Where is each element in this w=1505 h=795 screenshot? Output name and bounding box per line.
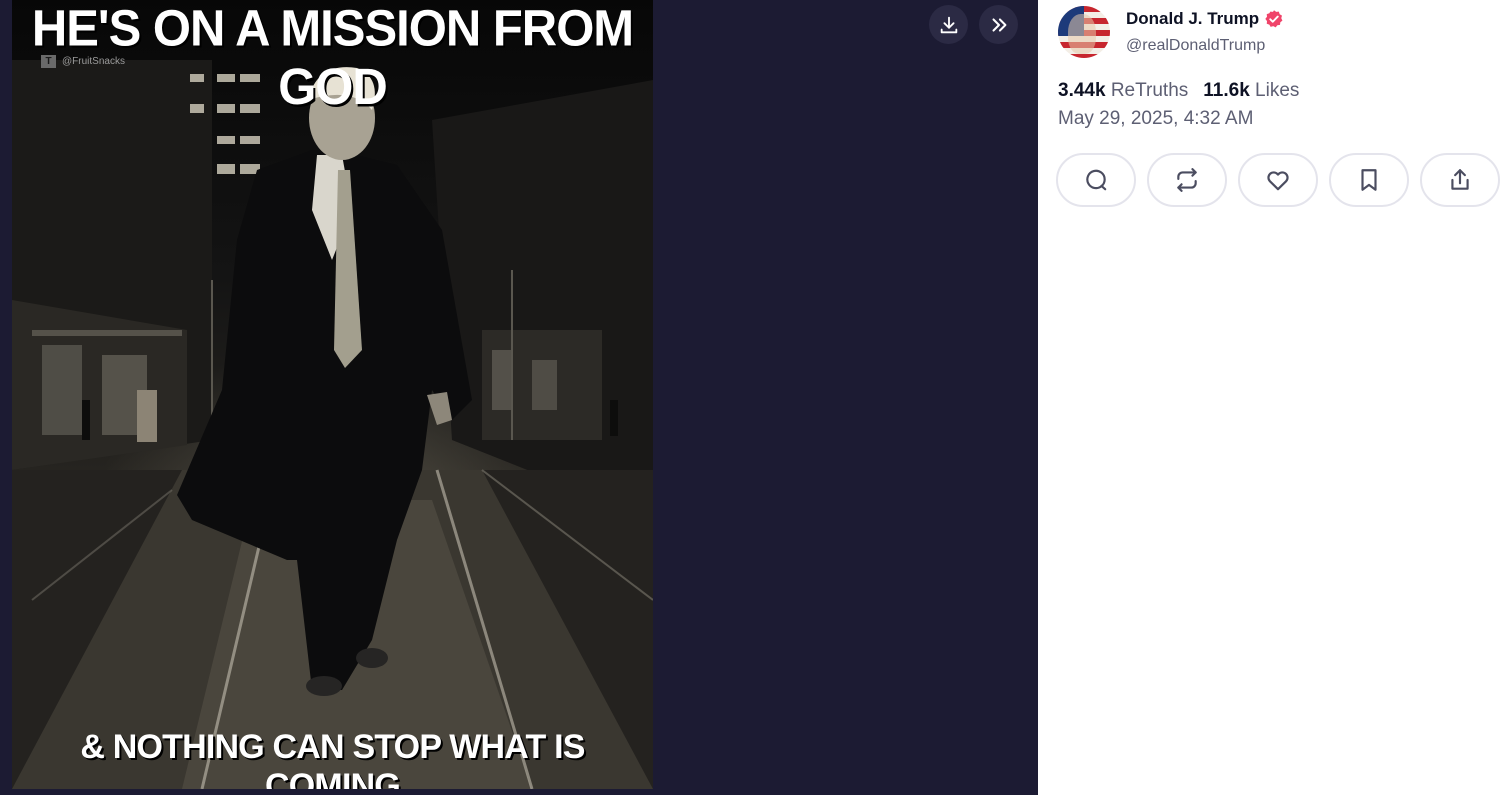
likes-stat[interactable]: 11.6k Likes bbox=[1203, 80, 1299, 102]
download-button[interactable] bbox=[929, 5, 968, 44]
retruths-label: ReTruths bbox=[1110, 80, 1189, 101]
street-scene-illustration bbox=[12, 60, 653, 789]
retruth-icon bbox=[1177, 168, 1197, 192]
author-display-name[interactable]: Donald J. Trump bbox=[1126, 9, 1284, 29]
truth-logo-icon: T bbox=[41, 55, 56, 68]
meme-watermark: T @FruitSnacks bbox=[41, 55, 125, 68]
double-chevron-right-icon bbox=[991, 17, 1006, 32]
like-button[interactable] bbox=[1238, 153, 1318, 207]
like-icon bbox=[1267, 171, 1289, 191]
avatar-face bbox=[1068, 14, 1096, 54]
avatar[interactable] bbox=[1058, 6, 1110, 58]
media-viewer: HE'S ON A MISSION FROM GOD T @FruitSnack… bbox=[0, 0, 1038, 795]
bookmark-icon bbox=[1361, 169, 1377, 191]
author-handle[interactable]: @realDonaldTrump bbox=[1126, 37, 1265, 55]
collapse-panel-button[interactable] bbox=[979, 5, 1018, 44]
reply-button[interactable] bbox=[1056, 153, 1136, 207]
verified-badge-icon bbox=[1265, 10, 1283, 28]
watermark-text: @FruitSnacks bbox=[62, 56, 125, 67]
bookmark-button[interactable] bbox=[1329, 153, 1409, 207]
post-sidebar: Donald J. Trump @realDonaldTrump 3.44k R… bbox=[1038, 0, 1505, 795]
post-actions bbox=[1056, 153, 1500, 207]
post-timestamp[interactable]: May 29, 2025, 4:32 AM bbox=[1058, 108, 1253, 130]
likes-label: Likes bbox=[1255, 80, 1300, 101]
retruths-stat[interactable]: 3.44k ReTruths bbox=[1058, 80, 1188, 102]
share-icon bbox=[1451, 169, 1469, 190]
download-icon bbox=[940, 16, 957, 33]
post-stats: 3.44k ReTruths 11.6k Likes bbox=[1058, 80, 1299, 102]
likes-count: 11.6k bbox=[1203, 80, 1250, 101]
meme-bottom-caption: & NOTHING CAN STOP WHAT IS COMING bbox=[80, 728, 585, 789]
retruths-count: 3.44k bbox=[1058, 80, 1106, 101]
retruth-button[interactable] bbox=[1147, 153, 1227, 207]
meme-image: HE'S ON A MISSION FROM GOD T @FruitSnack… bbox=[12, 0, 653, 789]
author-name-text: Donald J. Trump bbox=[1126, 9, 1260, 28]
reply-icon bbox=[1086, 169, 1107, 191]
share-button[interactable] bbox=[1420, 153, 1500, 207]
